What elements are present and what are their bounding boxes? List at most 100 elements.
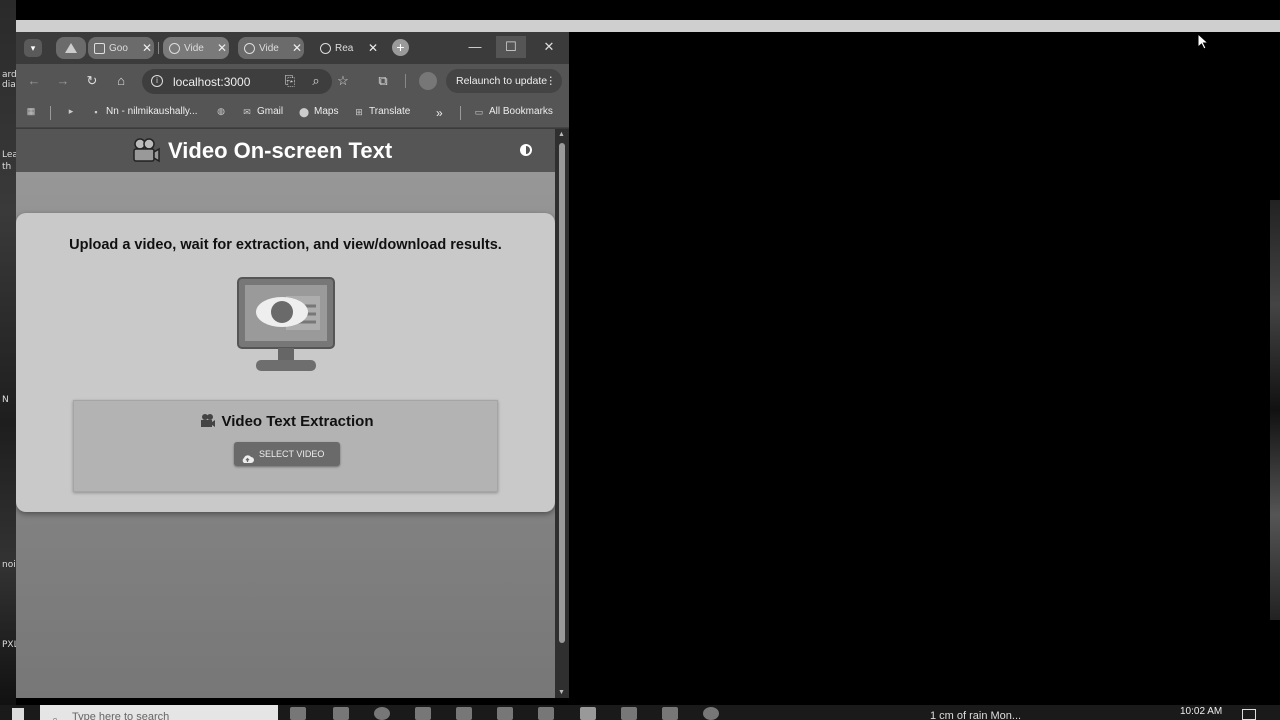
maximize-button[interactable]: ☐ [496,36,526,58]
close-icon[interactable]: ✕ [366,41,380,55]
weather-widget[interactable]: 1 cm of rain Mon... [930,710,1021,720]
tab-video-2[interactable]: Vide ✕ [238,37,304,59]
reload-icon[interactable]: ↻ [83,72,101,90]
desktop-wallpaper-edge [1270,200,1280,620]
weather-text: 1 cm of rain Mon... [930,710,1022,720]
theme-toggle-icon[interactable] [518,142,534,158]
windows-start-icon[interactable] [12,708,24,720]
new-tab-button[interactable]: + [392,39,409,56]
google-icon [94,42,105,54]
bookmark-folder-small[interactable]: ▸ [66,106,81,116]
bookmark-site-icon: ▪ [94,106,98,117]
background-window-edge [16,20,1280,32]
select-video-button[interactable]: SELECT VIDEO [234,442,340,466]
tab-strip: ▾ Goo ✕ Vide ✕ Vide ✕ Rea ✕ + — ☐ ✕ [16,32,569,64]
bookmark-label: Maps [314,106,339,117]
translate-icon: ⊞ [355,106,363,117]
back-icon[interactable]: ← [25,72,43,90]
address-bar[interactable]: i localhost:3000 [142,69,332,94]
scroll-thumb[interactable] [559,143,565,643]
taskbar-app-icon[interactable] [456,707,472,720]
forward-icon[interactable]: → [54,72,72,90]
desktop-icon-label[interactable]: dia [2,80,16,90]
taskbar-app-icon[interactable] [333,707,349,720]
panel-heading: Video Text Extraction [74,413,499,430]
menu-dots-icon[interactable]: ⋮ [546,69,557,93]
bookmark-label: Translate [369,106,411,117]
page-scrollbar[interactable]: ▲ ▼ [555,129,569,698]
all-bookmarks-label: All Bookmarks [489,106,553,117]
bookmark-item[interactable]: ▪ Nn - nilmikaushally... [91,106,198,117]
taskbar: ⌕ Type here to search 1 cm of rain Mon..… [0,705,1280,720]
taskbar-app-icon[interactable] [621,707,637,720]
extraction-panel: Video Text Extraction SELECT VIDEO [73,400,498,492]
tab-pinned[interactable] [56,37,86,59]
desktop-icon-label[interactable]: th [2,162,11,172]
task-view-icon[interactable] [290,707,306,720]
desktop-wallpaper-strip [0,0,16,705]
zoom-icon[interactable]: ⌕ [307,72,325,90]
tab-google[interactable]: Goo ✕ [88,37,154,59]
upload-card: Upload a video, wait for extraction, and… [16,213,555,512]
search-placeholder: Type here to search [72,711,170,720]
desktop-icon-label[interactable]: N [2,395,9,405]
more-bookmarks-icon[interactable]: » [436,106,443,120]
bookmark-divider [50,106,51,120]
bookmark-label: Nn - nilmikaushally... [106,106,198,117]
tab-react[interactable]: Rea ✕ [314,37,380,59]
desktop-icon-label[interactable]: ard [2,70,17,80]
site-info-icon[interactable]: i [151,75,163,87]
notifications-icon[interactable] [1242,709,1256,720]
all-bookmarks[interactable]: ▭ All Bookmarks [474,106,553,117]
instructions-text: Upload a video, wait for extraction, and… [69,237,502,253]
relaunch-button[interactable]: Relaunch to update ⋮ [446,69,562,93]
apps-grid-icon[interactable]: ▦ [26,106,41,116]
file-explorer-icon[interactable] [415,707,431,720]
browser-toolbar: ← → ↻ ⌂ i localhost:3000 ⎘ ⌕ ☆ ⧉ Relaunc… [16,64,569,98]
taskbar-search-input[interactable]: ⌕ Type here to search [40,705,278,720]
vscode-icon[interactable] [662,707,678,720]
install-app-icon[interactable]: ⎘ [281,72,299,90]
chrome-icon[interactable] [580,707,596,720]
bookmark-globe[interactable]: ◍ [216,106,231,116]
search-icon: ⌕ [52,714,59,720]
taskbar-app-icon[interactable] [374,707,390,720]
film-camera-icon [132,137,160,163]
url-text: localhost:3000 [173,75,251,89]
close-icon[interactable]: ✕ [290,41,304,55]
panel-title-text: Video Text Extraction [221,413,374,430]
mouse-cursor-icon [1197,32,1210,50]
gmail-icon: ✉ [243,106,251,117]
bookmark-star-icon[interactable]: ☆ [334,72,352,90]
cloud-upload-icon [241,449,254,463]
taskbar-clock[interactable]: 10:02 AM [1180,706,1222,717]
bookmark-item[interactable]: ⊞ Translate [354,106,410,117]
extensions-icon[interactable]: ⧉ [374,72,392,90]
home-icon[interactable]: ⌂ [112,72,130,90]
taskbar-app-icon[interactable] [497,707,513,720]
desktop-icon-label[interactable]: noi [2,560,16,570]
close-window-button[interactable]: ✕ [534,36,564,58]
bookmark-item[interactable]: ✉ Gmail [242,106,283,117]
page-title: Video On-screen Text [168,138,393,163]
tab-label: Vide [259,42,279,54]
tab-video-1[interactable]: Vide ✕ [163,37,229,59]
scroll-up-icon[interactable]: ▲ [558,131,565,138]
maps-icon: ⬤ [299,106,310,117]
folder-icon: ▭ [474,106,484,117]
browser-window: ▾ Goo ✕ Vide ✕ Vide ✕ Rea ✕ + — ☐ ✕ ← → … [16,32,569,698]
calculator-icon[interactable] [538,707,554,720]
react-icon [320,42,331,54]
close-icon[interactable]: ✕ [215,41,229,55]
tab-label: Rea [335,42,354,54]
bookmark-item[interactable]: ⬤ Maps [299,106,338,117]
scroll-down-icon[interactable]: ▼ [558,689,565,696]
desktop: ard dia Lea th N noi PXL ▾ Goo ✕ Vide ✕ [0,0,1280,720]
bookmarks-bar: ▦ ▸ ▪ Nn - nilmikaushally... ◍ ✉ Gmail ⬤… [16,98,569,128]
minimize-button[interactable]: — [460,36,490,58]
taskbar-app-icon[interactable] [703,707,719,720]
profile-avatar[interactable] [419,72,437,90]
film-camera-icon [200,413,216,428]
tab-search-button[interactable]: ▾ [24,39,42,57]
close-icon[interactable]: ✕ [140,41,154,55]
